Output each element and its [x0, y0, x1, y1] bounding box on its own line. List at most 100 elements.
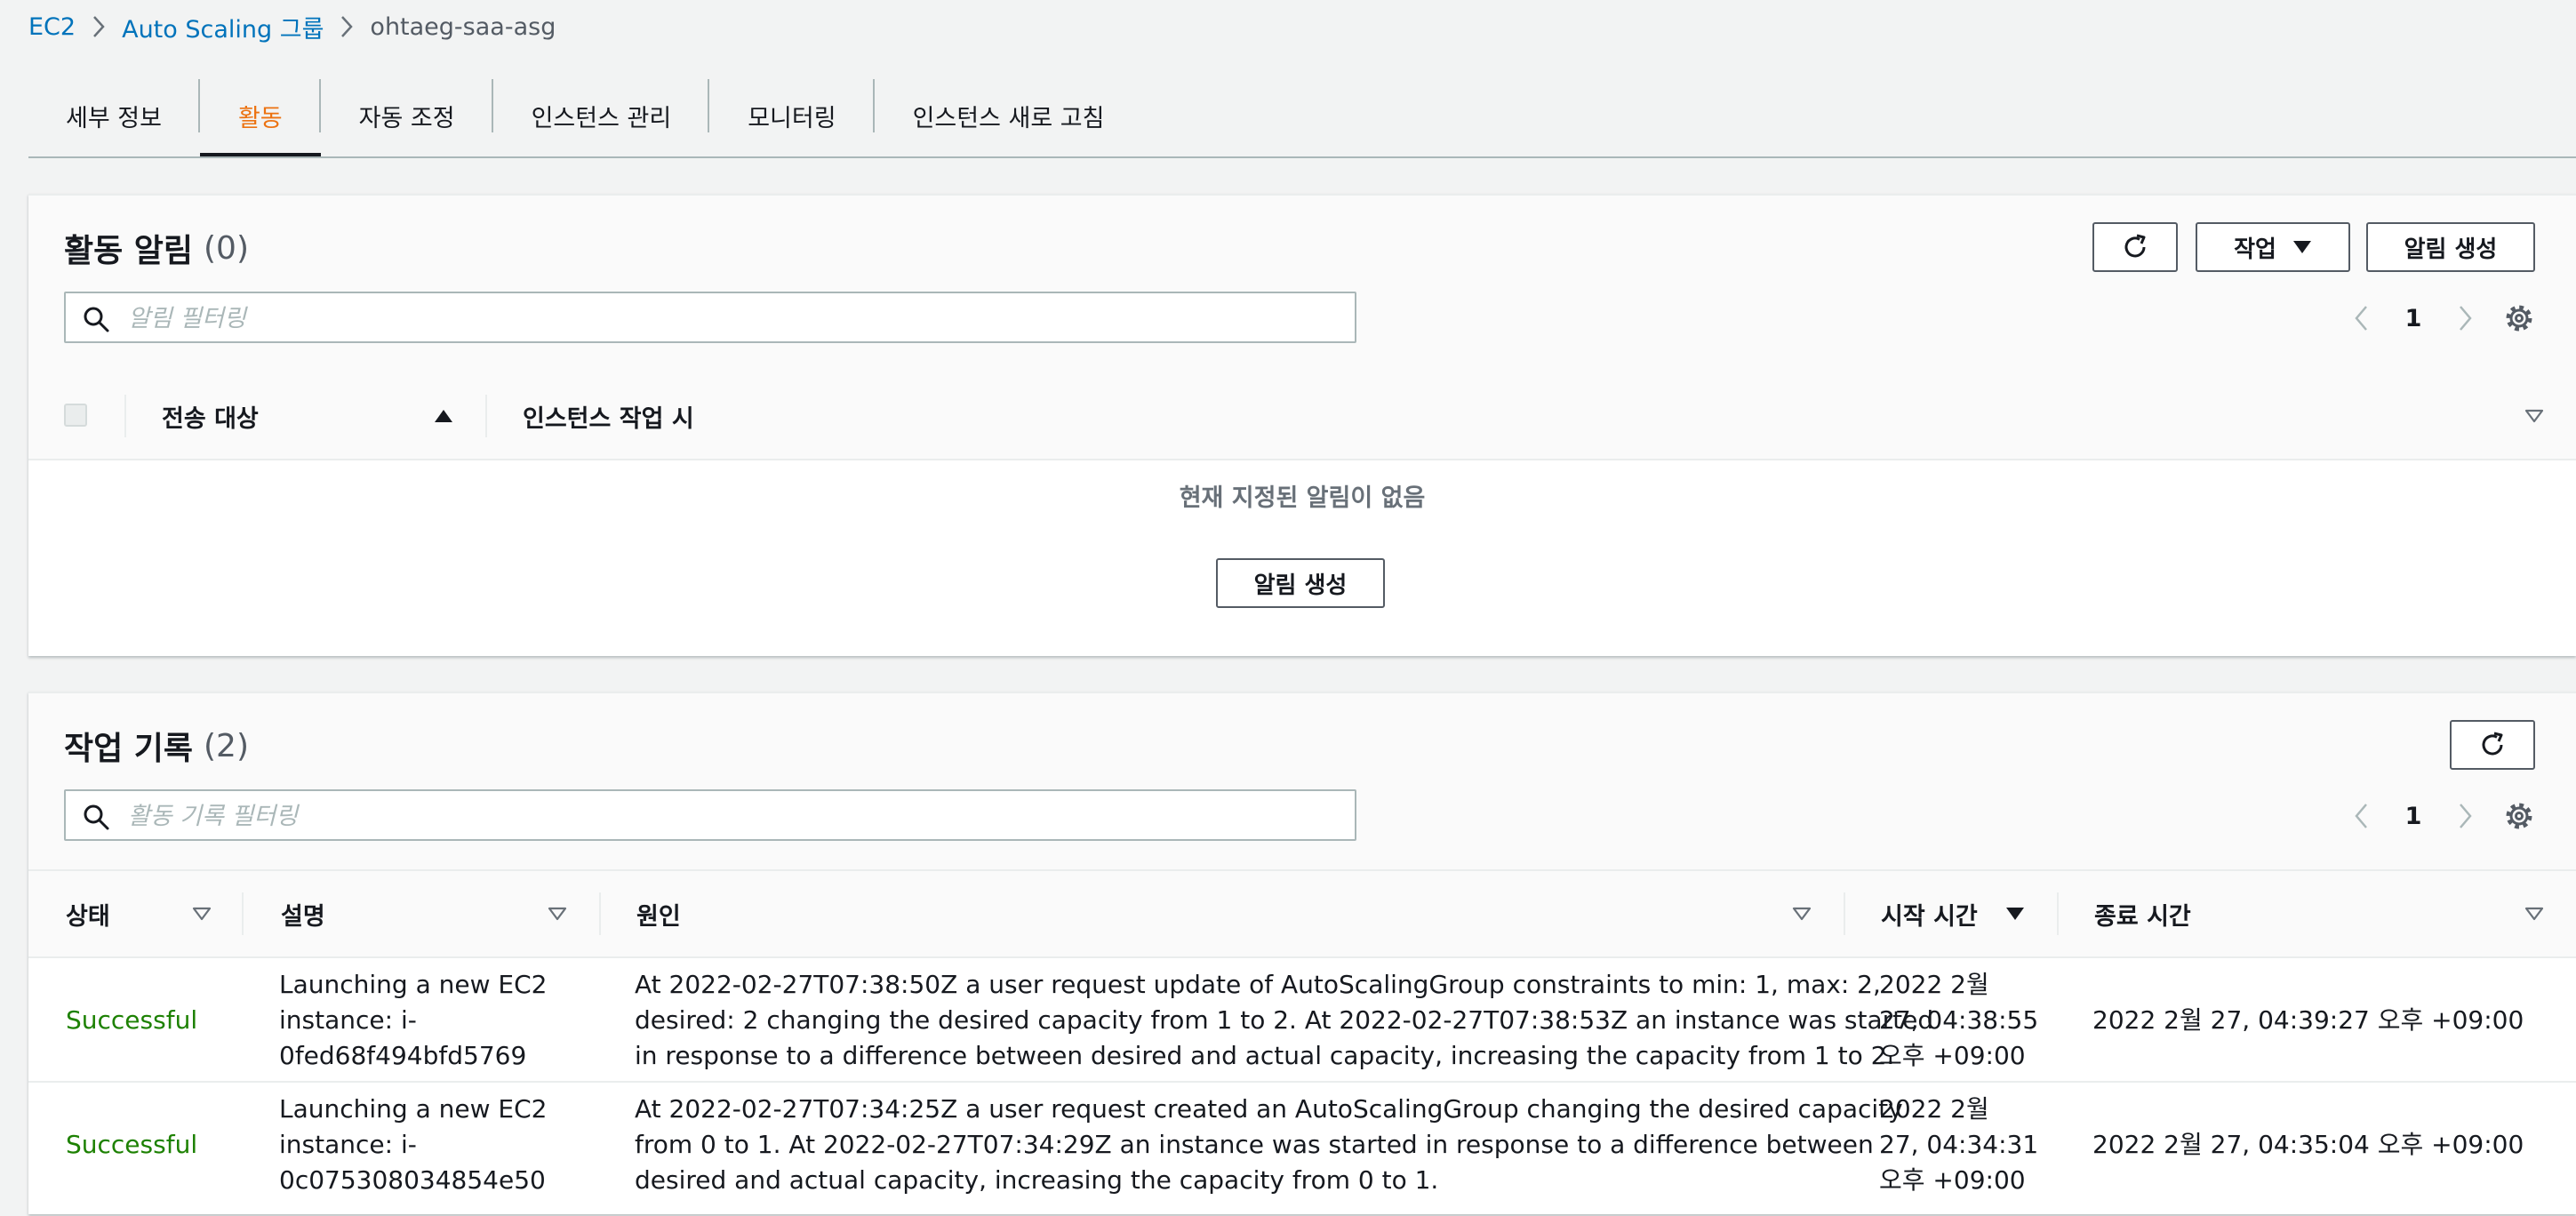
sortable-icon[interactable] [2524, 373, 2544, 459]
sortable-icon[interactable] [548, 871, 567, 956]
actions-label: 작업 [2234, 236, 2276, 263]
tab-automatic-scaling[interactable]: 자동 조정 [321, 75, 493, 156]
breadcrumb: EC2 Auto Scaling 그룹 ohtaeg-saa-asg [28, 7, 556, 46]
search-icon [82, 305, 110, 337]
create-notification-label: 알림 생성 [2404, 236, 2498, 263]
caret-down-icon [2292, 240, 2312, 254]
column-header-status[interactable]: 상태 [66, 871, 110, 956]
activity-table-header: 상태 설명 원인 시작 시간 종료 시간 [28, 871, 2576, 956]
cause-line: desired and actual capacity, increasing … [635, 1165, 1439, 1195]
panel-title-text: 작업 기록 [64, 731, 194, 767]
tab-details[interactable]: 세부 정보 [28, 75, 200, 156]
current-page[interactable]: 1 [2379, 305, 2448, 332]
column-divider [2057, 892, 2059, 935]
pagination: 1 [2343, 296, 2484, 340]
column-header-instance-action[interactable]: 인스턴스 작업 시 [523, 373, 694, 459]
tab-label: 활동 [237, 104, 283, 132]
sortable-icon[interactable] [1792, 871, 1812, 956]
panel-count: (2) [204, 727, 250, 764]
end-time-cell: 2022 2월 27, 04:39:27 오후 +09:00 [2092, 1005, 2524, 1035]
activity-history-filter [64, 789, 1356, 841]
panel-header: 활동 알림 (0) 작업 알림 생성 알림 필터링 1 [28, 196, 2576, 375]
panel-title-text: 활동 알림 [64, 233, 194, 269]
table-row[interactable]: Successful Launching a new EC2 instance:… [28, 1081, 2576, 1216]
select-all-checkbox[interactable] [64, 404, 87, 427]
description-line: 0fed68f494bfd5769 [279, 1041, 527, 1070]
table-row[interactable]: Successful Launching a new EC2 instance:… [28, 956, 2576, 1083]
cause-line: from 0 to 1. At 2022-02-27T07:34:29Z an … [635, 1130, 1874, 1159]
column-header-label: 상태 [66, 902, 110, 931]
status-text: Successful [66, 1130, 198, 1159]
column-header-label: 설명 [281, 902, 325, 931]
empty-state-create-notification-button[interactable]: 알림 생성 [1216, 558, 1385, 608]
column-divider [242, 892, 244, 935]
description-line: Launching a new EC2 [279, 970, 548, 999]
column-divider [1844, 892, 1845, 935]
column-header-label: 시작 시간 [1881, 902, 1978, 931]
column-divider [124, 395, 126, 437]
column-header-cause[interactable]: 원인 [636, 871, 681, 956]
breadcrumb-link-auto-scaling-groups[interactable]: Auto Scaling 그룹 [122, 10, 324, 44]
empty-state-message: 현재 지정된 알림이 없음 [1179, 484, 1426, 512]
breadcrumb-link-ec2[interactable]: EC2 [28, 13, 76, 41]
actions-dropdown-button[interactable]: 작업 [2196, 222, 2350, 272]
description-line: Launching a new EC2 [279, 1094, 548, 1124]
column-header-label: 인스턴스 작업 시 [523, 404, 694, 433]
panel-title: 활동 알림 (0) [64, 226, 249, 270]
create-notification-button[interactable]: 알림 생성 [2366, 222, 2535, 272]
cause-cell: At 2022-02-27T07:34:25Z a user request c… [635, 1092, 1903, 1198]
column-header-start-time[interactable]: 시작 시간 [1881, 871, 1978, 956]
chevron-right-icon[interactable] [2448, 300, 2484, 336]
tab-label: 자동 조정 [358, 104, 455, 132]
start-time-line: 2022 2월 [1879, 1094, 1989, 1124]
refresh-button[interactable] [2092, 222, 2178, 272]
tab-label: 모니터링 [748, 104, 836, 132]
description-line: instance: i- [279, 1005, 417, 1035]
chevron-right-icon[interactable] [2448, 798, 2484, 834]
chevron-left-icon[interactable] [2343, 300, 2379, 336]
description-line: instance: i- [279, 1130, 417, 1159]
tab-monitoring[interactable]: 모니터링 [709, 75, 875, 156]
panel-count: (0) [204, 229, 250, 267]
refresh-button[interactable] [2450, 720, 2535, 770]
tab-bar: 세부 정보 활동 자동 조정 인스턴스 관리 모니터링 인스턴스 새로 고침 [28, 75, 1142, 156]
status-text: Successful [66, 1005, 198, 1035]
search-icon [82, 803, 110, 835]
start-time-line: 2022 2월 [1879, 970, 1989, 999]
column-header-label: 종료 시간 [2094, 902, 2191, 931]
chevron-right-icon [76, 7, 122, 46]
tab-activity[interactable]: 활동 [199, 75, 321, 156]
gear-icon[interactable] [2500, 796, 2539, 836]
tab-instance-management[interactable]: 인스턴스 관리 [493, 75, 710, 156]
sort-ascending-icon[interactable] [434, 373, 453, 459]
notification-search-input[interactable] [126, 299, 1339, 338]
panel-title: 작업 기록 (2) [64, 724, 249, 768]
column-header-label: 전송 대상 [162, 404, 259, 433]
column-header-recipient[interactable]: 전송 대상 [162, 373, 259, 459]
page: EC2 Auto Scaling 그룹 ohtaeg-saa-asg 세부 정보… [0, 0, 2576, 1214]
description-cell: Launching a new EC2 instance: i- 0c07530… [279, 1092, 547, 1198]
cause-line: At 2022-02-27T07:34:25Z a user request c… [635, 1094, 1903, 1124]
start-time-line: 오후 +09:00 [1879, 1041, 2026, 1070]
column-divider [485, 395, 487, 437]
notification-filter [64, 292, 1356, 343]
sort-descending-icon[interactable] [2005, 871, 2025, 956]
tab-label: 세부 정보 [66, 104, 162, 132]
tab-instance-refresh[interactable]: 인스턴스 새로 고침 [875, 75, 1143, 156]
column-header-end-time[interactable]: 종료 시간 [2094, 871, 2191, 956]
start-time-cell: 2022 2월 27, 04:38:55 오후 +09:00 [1879, 967, 2038, 1074]
activity-history-search-input[interactable] [126, 796, 1339, 836]
pagination: 1 [2343, 794, 2484, 838]
cause-cell: At 2022-02-27T07:38:50Z a user request u… [635, 967, 1933, 1074]
chevron-left-icon[interactable] [2343, 798, 2379, 834]
tabs-divider [28, 156, 2576, 158]
cause-line: At 2022-02-27T07:38:50Z a user request u… [635, 970, 1881, 999]
gear-icon[interactable] [2500, 299, 2539, 338]
current-page[interactable]: 1 [2379, 803, 2448, 830]
column-header-description[interactable]: 설명 [281, 871, 325, 956]
column-divider [599, 892, 601, 935]
tab-label: 인스턴스 새로 고침 [912, 104, 1105, 132]
sortable-icon[interactable] [2524, 871, 2544, 956]
sortable-icon[interactable] [192, 871, 212, 956]
refresh-icon [2477, 730, 2508, 760]
